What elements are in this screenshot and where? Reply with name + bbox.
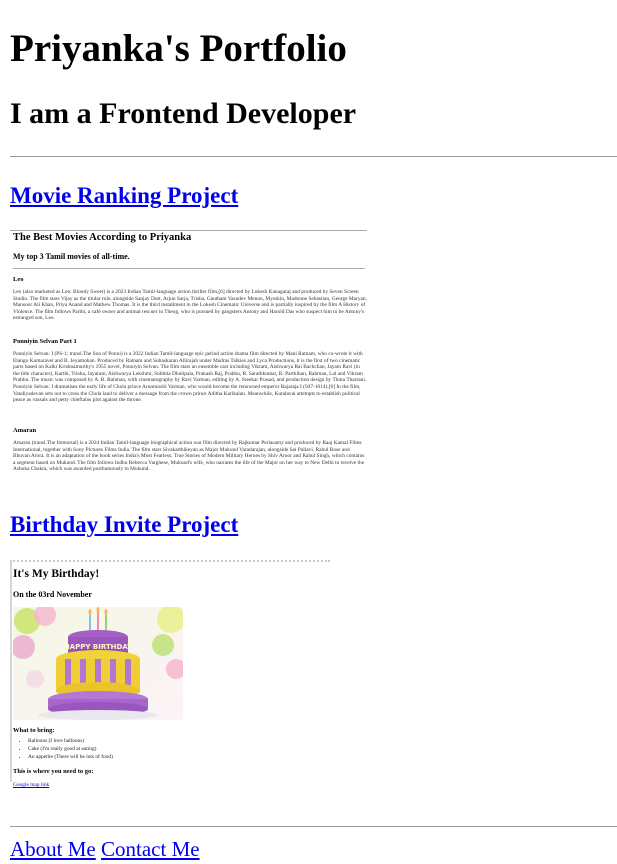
where-heading: This is where you need to go: [13,768,94,775]
list-item: Cake (I'm really good at eating) [28,746,113,754]
birthday-project-preview[interactable]: It's My Birthday! On the 03rd November H… [10,560,330,782]
movie-project-heading: Movie Ranking Project [10,183,238,208]
list-item: Balloons (I love balloons) [28,738,113,746]
movie-project-preview[interactable]: The Best Movies According to Priyanka My… [10,230,367,481]
footer-nav: About Me Contact Me [10,837,200,861]
movie-description: Ponniyin Selvan: I (PS-1; transl.The Son… [13,351,367,404]
list-item: An appetite (There will be lots of food) [28,754,113,762]
movie-page-divider [13,268,365,269]
movie-page-subtitle: My top 3 Tamil movies of all-time. [13,252,130,261]
google-map-link[interactable]: Google map link [13,782,49,788]
movie-description: Leo (also marketed as Leo: Bloody Sweet)… [13,289,367,322]
about-me-link[interactable]: About Me [10,837,96,861]
bring-heading: What to bring: [13,727,55,734]
bring-list: Balloons (I love balloons) Cake (I'm rea… [13,738,113,761]
cake-text: HAPPY BIRTHDAY [64,643,133,651]
top-divider [10,156,617,157]
birthday-cake-image: HAPPY BIRTHDAY [13,607,183,720]
birthday-title: It's My Birthday! [13,568,100,580]
bottom-divider [10,826,617,827]
birthday-date: On the 03rd November [13,590,92,599]
movie-heading: Amaran [13,427,37,434]
contact-me-link[interactable]: Contact Me [101,837,200,861]
birthday-project-heading: Birthday Invite Project [10,512,238,537]
movie-heading: Leo [13,276,24,283]
page-subtitle: I am a Frontend Developer [10,97,357,130]
birthday-project-link[interactable]: Birthday Invite Project [10,512,238,537]
movie-description: Amaran (transl.The Immortal) is a 2024 I… [13,440,365,473]
movie-heading: Ponniyin Selvan Part 1 [13,338,77,345]
movie-project-link[interactable]: Movie Ranking Project [10,183,238,208]
page-title: Priyanka's Portfolio [10,27,347,70]
movie-page-title: The Best Movies According to Priyanka [13,232,192,243]
